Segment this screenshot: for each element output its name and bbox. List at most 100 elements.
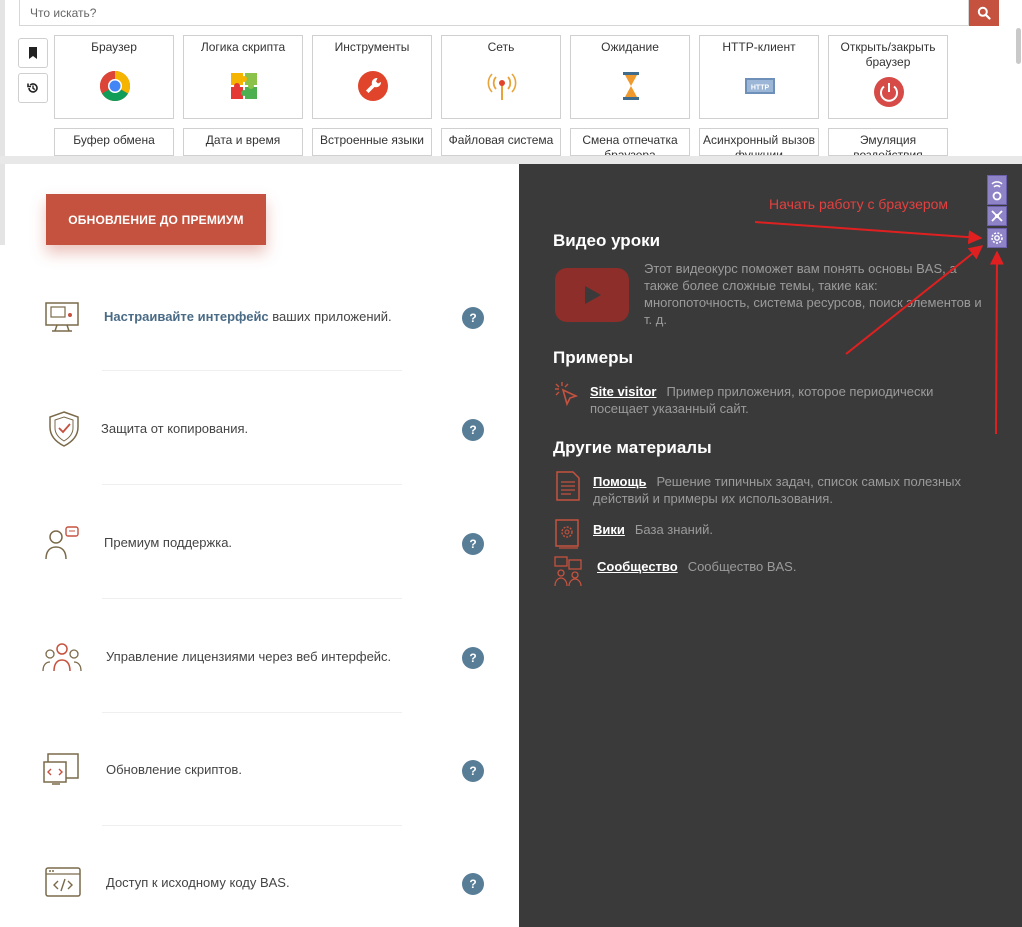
tile-async-call[interactable]: Асинхронный вызов функции [699, 128, 819, 156]
document-icon [556, 471, 580, 501]
feature-script-updates: Обновление скриптов. ? [42, 740, 492, 800]
panel-divider [0, 156, 1022, 164]
start-browser-annotation: Начать работу с браузером [769, 196, 949, 212]
wifi-record-icon [991, 181, 1003, 201]
tile-label: Файловая система [448, 133, 554, 147]
help-button[interactable]: ? [462, 307, 484, 329]
video-title: Видео уроки [553, 231, 661, 250]
tile-browser[interactable]: Браузер [54, 35, 174, 119]
tile-tools[interactable]: Инструменты [312, 35, 432, 119]
tile-label: Ожидание [601, 40, 659, 54]
capture-button[interactable] [987, 206, 1007, 226]
tile-filesystem[interactable]: Файловая система [441, 128, 561, 156]
browser-settings-button[interactable] [987, 228, 1007, 248]
feature-copy-protection: Защита от копирования. ? [42, 399, 492, 459]
tile-label: Браузер [91, 40, 137, 54]
community-description: Сообщество BAS. [687, 559, 797, 574]
feature-source-access: Доступ к исходному коду BAS. ? [42, 853, 492, 913]
other-help: Помощь Решение типичных задач, список сам… [593, 473, 993, 507]
record-button[interactable] [987, 175, 1007, 205]
gear-icon [991, 232, 1003, 244]
search-icon [977, 6, 991, 20]
tile-input-emulation[interactable]: Эмуляция воздействия [828, 128, 948, 156]
tile-label: Открыть/закрыть браузер [840, 40, 936, 69]
tile-clipboard[interactable]: Буфер обмена [54, 128, 174, 156]
bas-main-window: Браузер Логика скрипта [0, 0, 1022, 927]
example-site-visitor: Site visitor Пример приложения, которое п… [590, 383, 990, 417]
youtube-icon[interactable] [555, 268, 629, 322]
tile-label: Смена отпечатка браузера [582, 133, 678, 156]
tile-open-close-browser[interactable]: Открыть/закрыть браузер [828, 35, 948, 119]
upgrade-premium-button[interactable]: ОБНОВЛЕНИЕ ДО ПРЕМИУМ [46, 194, 266, 245]
feature-text: Защита от копирования. [101, 421, 249, 436]
feature-text: Настраивайте интерфейс ваших приложений. [104, 309, 392, 324]
cursor-click-icon [555, 382, 579, 407]
bookmark-icon [29, 47, 37, 59]
help-button[interactable]: ? [462, 647, 484, 669]
search-box [19, 0, 969, 26]
tile-label: Асинхронный вызов функции [702, 133, 815, 156]
antenna-icon [487, 73, 517, 100]
feature-license-management: Управление лицензиями через веб интерфей… [42, 627, 492, 687]
search-input[interactable] [20, 0, 968, 25]
wrench-icon [358, 71, 388, 101]
community-link[interactable]: Сообщество [597, 559, 678, 574]
code-window-icon [43, 753, 79, 785]
feature-text: Обновление скриптов. [106, 762, 242, 777]
team-icon [42, 643, 82, 672]
tile-date-time[interactable]: Дата и время [183, 128, 303, 156]
help-button[interactable]: ? [462, 760, 484, 782]
wiki-gear-doc-icon [555, 519, 579, 549]
separator [102, 370, 402, 371]
tile-label: Инструменты [334, 40, 410, 54]
resources-panel: Начать работу с браузером Видео уроки Эт… [519, 164, 1022, 927]
wiki-link[interactable]: Вики [593, 522, 625, 537]
site-visitor-link[interactable]: Site visitor [590, 384, 656, 399]
tile-label: Буфер обмена [73, 133, 155, 147]
search-button[interactable] [969, 0, 999, 26]
tile-script-logic[interactable]: Логика скрипта [183, 35, 303, 119]
tile-network[interactable]: Сеть [441, 35, 561, 119]
left-edge-strip [0, 0, 5, 245]
tile-builtin-languages[interactable]: Встроенные языки [312, 128, 432, 156]
toolbar-scrollbar[interactable] [1016, 28, 1021, 64]
crosshair-icon [991, 210, 1003, 222]
other-community: Сообщество Сообщество BAS. [597, 558, 997, 575]
feature-interface: Настраивайте интерфейс ваших приложений.… [42, 287, 492, 347]
tile-label: Встроенные языки [320, 133, 424, 147]
help-link[interactable]: Помощь [593, 474, 646, 489]
bookmark-button[interactable] [18, 38, 48, 68]
source-code-icon [45, 867, 81, 897]
help-button[interactable]: ? [462, 419, 484, 441]
chrome-icon [99, 71, 131, 102]
feature-premium-support: Премиум поддержка. ? [42, 513, 492, 573]
svg-text:HTTP: HTTP [751, 85, 770, 92]
tile-waiting[interactable]: Ожидание [570, 35, 690, 119]
tile-label: Сеть [487, 40, 515, 54]
other-materials-title: Другие материалы [553, 438, 712, 457]
examples-title: Примеры [553, 348, 633, 367]
tile-label: Логика скрипта [200, 40, 286, 54]
help-button[interactable]: ? [462, 533, 484, 555]
puzzle-icon [231, 73, 257, 99]
hourglass-icon [623, 72, 639, 100]
separator [102, 484, 402, 485]
feature-text: Управление лицензиями через веб интерфей… [106, 649, 392, 664]
action-toolbar: Браузер Логика скрипта [0, 0, 1022, 245]
other-wiki: Вики База знаний. [593, 521, 993, 538]
tile-http-client[interactable]: HTTP-клиент HTTP [699, 35, 819, 119]
support-icon [45, 526, 79, 560]
feature-text: Премиум поддержка. [104, 535, 233, 550]
tile-label: Дата и время [205, 133, 281, 147]
community-icon [554, 556, 582, 587]
separator [102, 598, 402, 599]
http-icon: HTTP [745, 78, 775, 94]
tile-label: HTTP-клиент [722, 40, 796, 54]
power-icon [874, 77, 904, 107]
history-button[interactable] [18, 73, 48, 103]
separator [102, 712, 402, 713]
history-icon [27, 83, 38, 93]
tile-fingerprint[interactable]: Смена отпечатка браузера [570, 128, 690, 156]
help-description: Решение типичных задач, список самых пол… [593, 474, 961, 506]
help-button[interactable]: ? [462, 873, 484, 895]
